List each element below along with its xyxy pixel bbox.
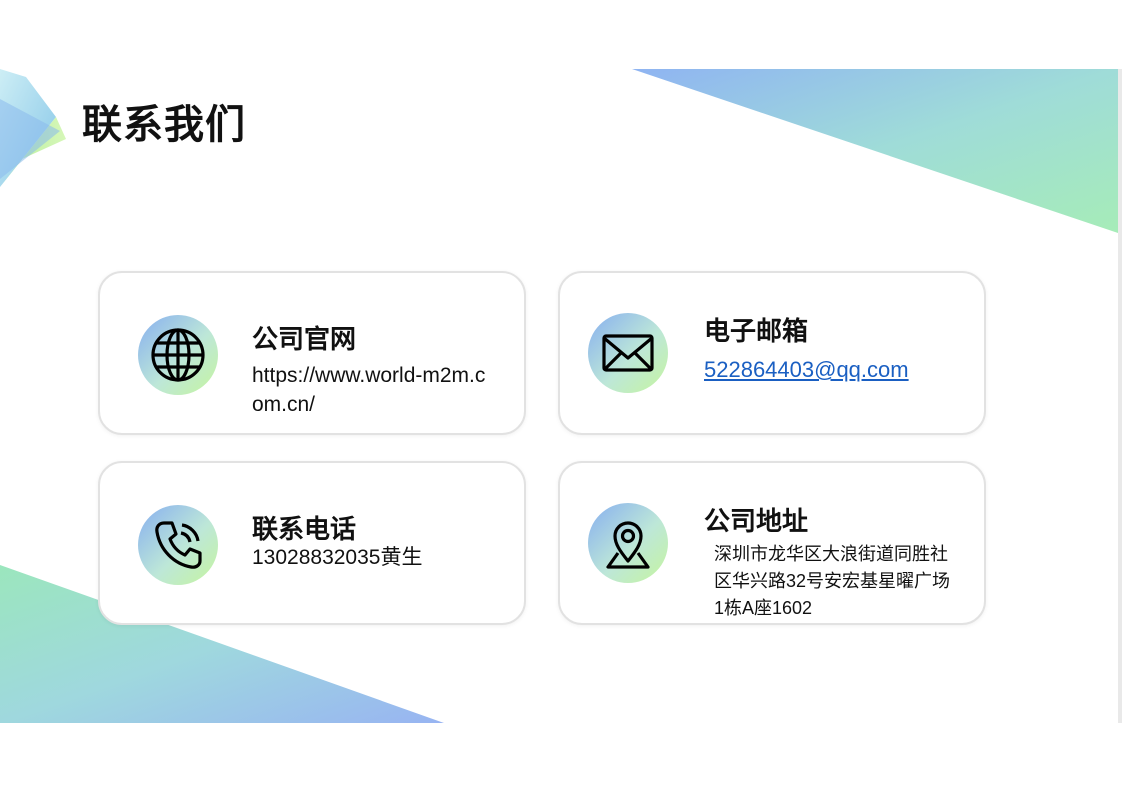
- website-url[interactable]: https://www.world-m2m.com.cn/: [252, 361, 492, 420]
- email-link[interactable]: 522864403@qq.com: [704, 355, 974, 386]
- contact-card-website: 公司官网 https://www.world-m2m.com.cn/: [98, 271, 526, 435]
- icon-badge: [588, 313, 668, 393]
- icon-badge: [588, 503, 668, 583]
- top-right-triangle: [632, 69, 1118, 233]
- contact-card-email: 电子邮箱 522864403@qq.com: [558, 271, 986, 435]
- card-title: 电子邮箱: [704, 317, 809, 347]
- address-text: 深圳市龙华区大浪街道同胜社区华兴路32号安宏基星曜广场1栋A座1602: [714, 544, 951, 618]
- globe-icon: [151, 328, 205, 382]
- slide: 联系我们 公司官网 https://www.world-m2m.com.cn/ …: [0, 69, 1118, 723]
- page-title: 联系我们: [82, 102, 246, 148]
- contact-card-address: 公司地址 深圳市龙华区大浪街道同胜社区华兴路32号安宏基星曜广场1栋A座1602: [558, 461, 986, 625]
- phone-icon: [155, 521, 202, 569]
- contact-card-phone: 联系电话 13028832035黄生: [98, 461, 526, 625]
- envelope-icon: [602, 334, 654, 372]
- card-title: 公司官网: [252, 325, 357, 355]
- icon-badge: [138, 505, 218, 585]
- card-title: 公司地址: [704, 507, 809, 537]
- map-pin-icon: [606, 521, 650, 569]
- icon-badge: [138, 315, 218, 395]
- slide-edge: [1118, 69, 1122, 723]
- phone-number[interactable]: 13028832035黄生: [252, 543, 492, 572]
- card-title: 联系电话: [252, 515, 357, 545]
